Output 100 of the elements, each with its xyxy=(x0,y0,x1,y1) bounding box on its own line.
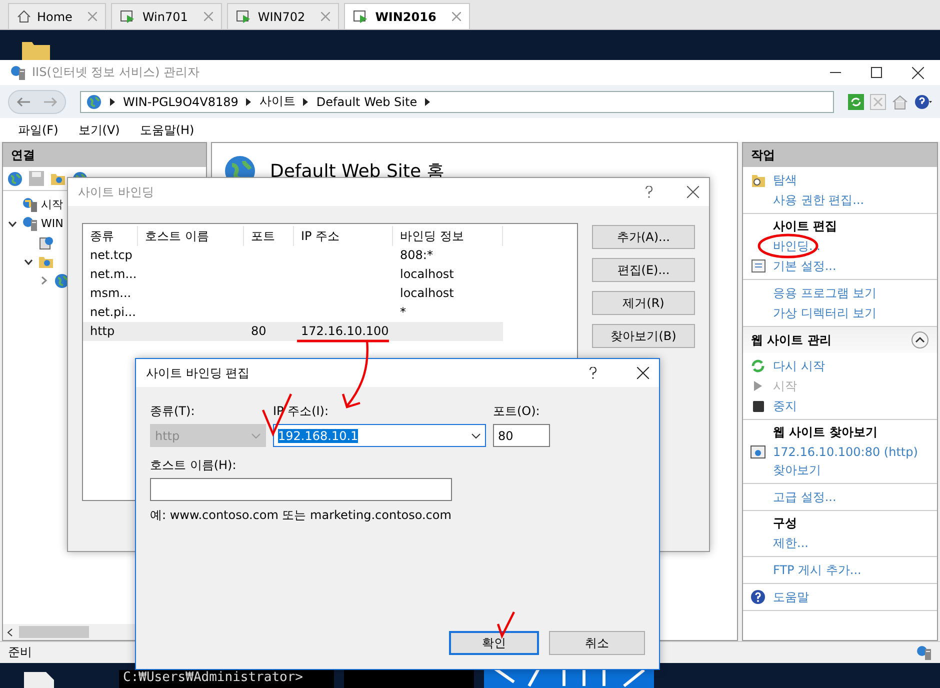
close-icon[interactable] xyxy=(637,367,649,379)
server-icon xyxy=(22,216,38,232)
action-link[interactable]: 도움말 xyxy=(773,588,809,606)
tab[interactable]: Home xyxy=(8,3,106,29)
action-link[interactable]: 고급 설정... xyxy=(773,488,836,506)
refresh-icon[interactable] xyxy=(848,94,864,110)
folder-icon xyxy=(50,172,66,186)
dialog-title: 사이트 바인딩 xyxy=(78,184,155,200)
action-link[interactable]: 응용 프로그램 보기 xyxy=(773,284,877,302)
vm-icon xyxy=(236,10,252,24)
start-page-icon xyxy=(22,196,38,212)
dialog-title: 사이트 바인딩 편집 xyxy=(146,364,251,382)
help-icon xyxy=(750,589,766,605)
chevron-down-icon[interactable] xyxy=(24,258,32,264)
action-link[interactable]: FTP 게시 추가... xyxy=(773,561,862,579)
ok-button[interactable]: 확인 xyxy=(449,631,539,655)
scroll-left-icon[interactable] xyxy=(7,628,13,636)
maximize-icon[interactable] xyxy=(871,67,882,78)
section-title: 웹 사이트 관리 xyxy=(751,332,832,348)
breadcrumb-item[interactable]: Default Web Site xyxy=(316,94,418,108)
stop-icon xyxy=(752,400,764,412)
connect-icon xyxy=(7,170,23,186)
table-cell: net.tcp xyxy=(90,249,132,262)
tab[interactable]: WIN702 xyxy=(226,3,340,29)
list-window-icon xyxy=(750,259,766,273)
port-field[interactable]: 80 xyxy=(493,424,550,447)
hint-text: 예: www.contoso.com 또는 marketing.contoso.com xyxy=(150,507,452,524)
action-link[interactable]: 172.16.10.100:80 (http) 찾아보기 xyxy=(773,443,933,479)
window-title: IIS(인터넷 정보 서비스) 관리자 xyxy=(32,64,201,81)
group-title: 구성 xyxy=(772,515,798,532)
folder-icon xyxy=(38,254,54,268)
help-icon[interactable] xyxy=(914,94,932,110)
globe-icon xyxy=(86,94,102,110)
menu-item[interactable]: 보기(V) xyxy=(78,122,120,138)
menu-item[interactable]: 파일(F) xyxy=(18,122,58,138)
table-cell: 172.16.10.100 xyxy=(301,325,389,338)
group-title: 사이트 편집 xyxy=(772,218,838,235)
tab[interactable]: WIN2016 xyxy=(344,3,470,29)
close-icon[interactable] xyxy=(912,66,924,78)
minimize-icon[interactable] xyxy=(830,72,841,74)
tree-item[interactable]: 시작 xyxy=(41,197,63,212)
action-link[interactable]: 가상 디렉터리 보기 xyxy=(773,304,877,322)
cancel-button[interactable]: 취소 xyxy=(549,631,645,655)
field-label: 호스트 이름(H): xyxy=(150,457,238,474)
table-cell: 808:* xyxy=(400,249,433,262)
vm-icon xyxy=(353,10,370,24)
table-cell: net.m... xyxy=(90,268,137,281)
breadcrumb-arrow-icon xyxy=(110,98,115,106)
chevron-right-icon[interactable] xyxy=(41,276,47,285)
collapse-icon[interactable] xyxy=(911,331,929,349)
table-cell: localhost xyxy=(400,268,454,281)
home-icon xyxy=(17,10,31,23)
back-icon[interactable] xyxy=(16,96,30,106)
breadcrumb-arrow-icon xyxy=(246,98,252,106)
dialog-button[interactable]: 추가(A)... xyxy=(592,225,695,249)
tree-item[interactable]: WIN xyxy=(41,217,64,230)
table-cell: msm... xyxy=(90,287,132,300)
console-prompt: C:₩Users₩Administrator> xyxy=(119,670,334,688)
breadcrumb-item[interactable]: 사이트 xyxy=(259,93,296,110)
address-field[interactable]: WIN-PGL9O4V8189 사이트 Default Web Site xyxy=(80,90,834,112)
chevron-down-icon[interactable] xyxy=(8,220,16,226)
table-row[interactable]: http 80 172.16.10.100 xyxy=(83,322,503,341)
action-link[interactable]: 탐색 xyxy=(773,171,797,189)
action-link[interactable]: 사용 권한 편집... xyxy=(773,191,864,209)
action-link[interactable]: 다시 시작 xyxy=(773,357,825,375)
folder-search-icon xyxy=(750,172,766,188)
field-label: 포트(O): xyxy=(493,403,541,420)
table-cell: 80 xyxy=(251,325,266,338)
tab[interactable]: Win701 xyxy=(111,3,222,29)
table-cell: http xyxy=(90,325,115,338)
ip-address-dropdown[interactable]: 192.168.10.1 xyxy=(273,424,486,447)
action-link[interactable]: 제한... xyxy=(773,534,808,552)
group-title: 웹 사이트 찾아보기 xyxy=(772,424,878,441)
host-name-field[interactable] xyxy=(150,478,452,501)
panel-title: 작업 xyxy=(751,146,775,164)
home-icon[interactable] xyxy=(892,94,908,110)
dialog-button[interactable]: 편집(E)... xyxy=(592,258,695,282)
play-icon xyxy=(753,380,763,392)
dialog-button[interactable]: 제거(R) xyxy=(592,291,695,315)
menu-item[interactable]: 도움말(H) xyxy=(140,122,194,138)
status-text: 준비 xyxy=(8,644,32,661)
help-icon[interactable] xyxy=(645,186,653,198)
close-icon[interactable] xyxy=(687,186,699,198)
restart-icon xyxy=(751,359,765,373)
iis-icon xyxy=(10,64,26,80)
annotation-checkmark xyxy=(496,610,516,638)
breadcrumb-arrow-icon xyxy=(303,98,308,106)
annotation-arrow xyxy=(340,339,370,411)
action-link[interactable]: 중지 xyxy=(773,397,797,415)
browser-icon xyxy=(750,445,766,459)
panel-title: 연결 xyxy=(11,146,35,164)
app-pool-icon xyxy=(38,234,54,250)
breadcrumb-arrow-icon xyxy=(425,98,430,106)
server-icon xyxy=(916,644,932,660)
field-label: 종류(T): xyxy=(150,403,196,420)
dialog-button[interactable]: 찾아보기(B) xyxy=(592,324,695,348)
breadcrumb-item[interactable]: WIN-PGL9O4V8189 xyxy=(123,94,238,108)
table-cell: * xyxy=(400,306,406,319)
help-icon[interactable] xyxy=(589,367,597,379)
action-link[interactable]: 기본 설정... xyxy=(773,257,836,275)
